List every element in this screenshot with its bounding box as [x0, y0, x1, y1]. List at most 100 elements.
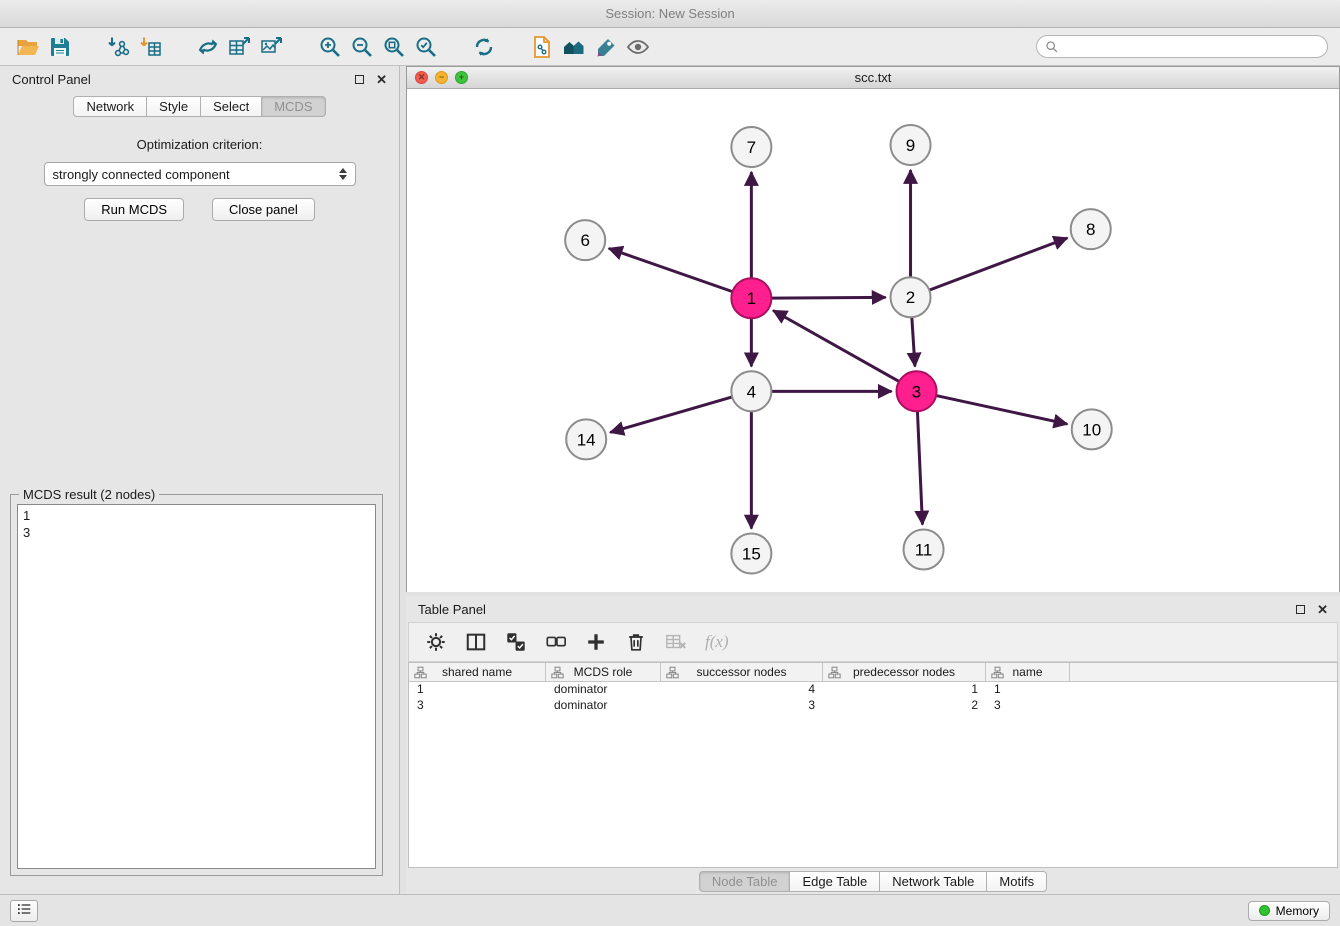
- close-panel-icon[interactable]: [376, 73, 387, 86]
- function-builder-button[interactable]: f(x): [705, 628, 729, 656]
- float-table-panel-icon[interactable]: [1296, 605, 1305, 614]
- column-header-predecessor-nodes[interactable]: predecessor nodes: [823, 663, 986, 681]
- graph-edge-1-2[interactable]: [771, 297, 884, 298]
- search-icon: [1045, 40, 1059, 54]
- column-type-icon: [828, 666, 841, 679]
- graph-node-label: 14: [577, 430, 596, 449]
- result-item[interactable]: 1: [23, 507, 370, 524]
- zoom-out-button[interactable]: [346, 32, 378, 62]
- search-input[interactable]: [1063, 40, 1319, 54]
- tab-motifs[interactable]: Motifs: [986, 871, 1047, 892]
- graph-edge-2-8[interactable]: [929, 238, 1066, 290]
- import-network-button[interactable]: [102, 32, 134, 62]
- network-graph[interactable]: 7968124314101511: [407, 89, 1339, 592]
- column-header-name[interactable]: name: [986, 663, 1070, 681]
- graph-node-label: 3: [912, 382, 921, 401]
- close-window-icon[interactable]: ✕: [415, 71, 428, 84]
- graph-edge-3-1[interactable]: [774, 311, 899, 381]
- table-cell: 1: [409, 682, 546, 698]
- result-item[interactable]: 3: [23, 524, 370, 541]
- status-bar: Memory: [0, 894, 1340, 926]
- graph-edge-3-10[interactable]: [936, 396, 1066, 424]
- table-cell: dominator: [546, 698, 661, 714]
- tab-network[interactable]: Network: [73, 96, 147, 117]
- graph-edge-1-6[interactable]: [610, 249, 733, 292]
- apply-style-icon: [594, 35, 618, 59]
- import-table-button[interactable]: [134, 32, 166, 62]
- show-graphics-icon: [626, 35, 650, 59]
- show-graphics-button[interactable]: [622, 32, 654, 62]
- table-row[interactable]: 1dominator411: [409, 682, 1337, 698]
- tab-edge-table[interactable]: Edge Table: [789, 871, 880, 892]
- graph-node-label: 15: [742, 544, 761, 563]
- graph-edge-2-3[interactable]: [912, 317, 915, 365]
- apply-style-button[interactable]: [590, 32, 622, 62]
- toolbar-group: [314, 32, 442, 62]
- copy-network-icon: [530, 35, 554, 59]
- export-network-button[interactable]: [192, 32, 224, 62]
- memory-button[interactable]: Memory: [1248, 901, 1330, 921]
- graph-node-label: 1: [747, 289, 756, 308]
- export-table-button[interactable]: [224, 32, 256, 62]
- open-session-icon: [16, 35, 40, 59]
- column-header-successor-nodes[interactable]: successor nodes: [661, 663, 823, 681]
- tab-style[interactable]: Style: [146, 96, 201, 117]
- table-row[interactable]: 3dominator323: [409, 698, 1337, 714]
- graph-edge-3-11[interactable]: [917, 411, 922, 523]
- zoom-fit-button[interactable]: [378, 32, 410, 62]
- maximize-window-icon[interactable]: +: [455, 71, 468, 84]
- columns-button[interactable]: [465, 628, 487, 656]
- select-all-button[interactable]: [505, 628, 527, 656]
- network-canvas[interactable]: 7968124314101511: [407, 89, 1339, 592]
- export-network-icon: [196, 35, 220, 59]
- column-type-icon: [991, 666, 1004, 679]
- run-mcds-button[interactable]: Run MCDS: [84, 198, 184, 221]
- network-window: scc.txt ✕ − + 7968124314101511: [406, 66, 1340, 592]
- zoom-in-button[interactable]: [314, 32, 346, 62]
- apply-layout-button[interactable]: [468, 32, 500, 62]
- settings-button[interactable]: [425, 628, 447, 656]
- tab-mcds[interactable]: MCDS: [261, 96, 325, 117]
- mcds-result-list[interactable]: 13: [17, 504, 376, 869]
- apply-layout-icon: [472, 35, 496, 59]
- select-all-icon: [505, 631, 527, 653]
- export-image-button[interactable]: [256, 32, 288, 62]
- column-header-label: name: [1012, 665, 1042, 679]
- columns-icon: [465, 631, 487, 653]
- close-table-panel-icon[interactable]: [1317, 603, 1328, 616]
- list-icon: [16, 901, 32, 920]
- column-header-shared-name[interactable]: shared name: [409, 663, 546, 681]
- add-row-icon: [585, 631, 607, 653]
- search-box[interactable]: [1036, 35, 1328, 58]
- add-row-button[interactable]: [585, 628, 607, 656]
- zoom-selected-button[interactable]: [410, 32, 442, 62]
- copy-network-button[interactable]: [526, 32, 558, 62]
- control-panel: Control Panel NetworkStyleSelectMCDS Opt…: [0, 66, 400, 894]
- column-header-mcds-role[interactable]: MCDS role: [546, 663, 661, 681]
- delete-row-button[interactable]: [625, 628, 647, 656]
- window-titlebar: Session: New Session: [0, 0, 1340, 28]
- delete-table-button[interactable]: [665, 628, 687, 656]
- graph-node-label: 4: [747, 382, 756, 401]
- network-window-titlebar[interactable]: scc.txt ✕ − +: [407, 67, 1339, 89]
- tab-select[interactable]: Select: [200, 96, 262, 117]
- panel-list-button[interactable]: [10, 900, 38, 922]
- mcds-result-title: MCDS result (2 nodes): [19, 487, 159, 502]
- minimize-window-icon[interactable]: −: [435, 71, 448, 84]
- browser-home-button[interactable]: [558, 32, 590, 62]
- open-session-button[interactable]: [12, 32, 44, 62]
- memory-label: Memory: [1276, 904, 1319, 918]
- save-session-button[interactable]: [44, 32, 76, 62]
- graph-edge-4-14[interactable]: [611, 397, 732, 432]
- delete-row-icon: [625, 631, 647, 653]
- column-header-label: MCDS role: [574, 665, 633, 679]
- close-panel-button[interactable]: Close panel: [212, 198, 315, 221]
- control-panel-content: Optimization criterion: strongly connect…: [0, 137, 399, 221]
- table-cell: dominator: [546, 682, 661, 698]
- criterion-dropdown[interactable]: strongly connected component: [44, 162, 356, 186]
- deselect-all-button[interactable]: [545, 628, 567, 656]
- node-table: shared name MCDS role successor nodesprede…: [408, 662, 1338, 868]
- tab-network-table[interactable]: Network Table: [879, 871, 987, 892]
- tab-node-table[interactable]: Node Table: [699, 871, 791, 892]
- float-panel-icon[interactable]: [355, 75, 364, 84]
